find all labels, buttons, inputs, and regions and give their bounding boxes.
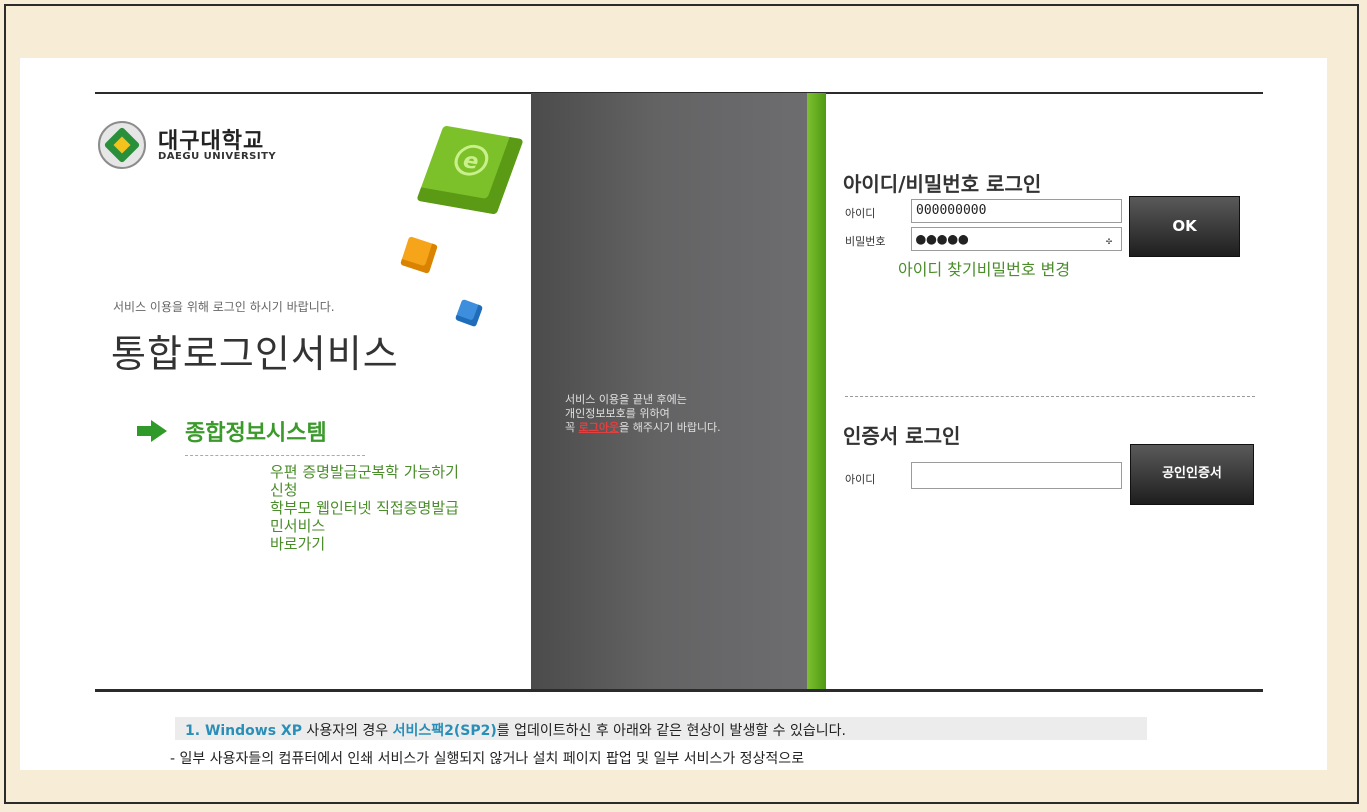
bottom-divider <box>95 689 1263 692</box>
change-password-link[interactable]: 비밀번호 변경 <box>977 260 1070 279</box>
logout-link[interactable]: 로그아웃 <box>579 421 619 434</box>
password-input[interactable]: ●●●●● ✣ <box>911 227 1122 251</box>
system-link[interactable]: 바로가기 <box>270 535 535 553</box>
notice-line: 개인정보보호를 위하여 <box>565 407 670 420</box>
notice-item-1: 1. Windows XP 사용자의 경우 서비스팩2(SP2)를 업데이트하신… <box>185 720 846 740</box>
notice-prefix: 꼭 <box>565 421 579 434</box>
notice-item-2: - 일부 사용자들의 컴퓨터에서 인쇄 서비스가 실행되지 않거나 설치 페이지… <box>170 751 805 767</box>
id-label: 아이디 <box>845 207 876 220</box>
system-link[interactable]: 민서비스 <box>270 517 535 535</box>
notice-text: 사용자의 경우 <box>301 723 393 739</box>
account-links: 아이디 찾기비밀번호 변경 <box>898 256 1070 280</box>
system-link[interactable]: 신청 <box>270 481 535 499</box>
section-divider <box>845 396 1255 397</box>
intro-message: 서비스 이용을 위해 로그인 하시기 바랍니다. <box>113 300 335 314</box>
logout-notice: 서비스 이용을 끝낸 후에는 개인정보보호를 위하여 꼭 로그아웃을 해주시기 … <box>565 393 805 435</box>
system-title[interactable]: 종합정보시스템 <box>185 415 327 447</box>
university-logo[interactable]: 대구대학교 DAEGU UNIVERSITY <box>98 121 298 173</box>
page-title: 통합로그인서비스 <box>111 332 399 376</box>
password-label: 비밀번호 <box>845 235 886 248</box>
id-login-title: 아이디/비밀번호 로그인 <box>843 172 1042 196</box>
system-link[interactable]: 우편 증명발급군복학 가능하기 <box>270 463 535 481</box>
system-links: 우편 증명발급군복학 가능하기 신청 학부모 웹인터넷 직접증명발급 민서비스 … <box>270 463 535 553</box>
system-divider <box>185 455 365 456</box>
green-accent-band <box>807 93 826 690</box>
find-id-link[interactable]: 아이디 찾기 <box>898 260 977 279</box>
notice-os: Windows XP <box>204 723 302 739</box>
key-icon: ✣ <box>1105 236 1113 247</box>
emblem-icon <box>98 121 146 169</box>
notice-sp: 서비스팩2(SP2) <box>392 723 497 739</box>
password-mask: ●●●●● <box>916 229 970 248</box>
ok-button[interactable]: OK <box>1129 196 1240 257</box>
logo-name-en: DAEGU UNIVERSITY <box>158 151 277 162</box>
notice-text: 를 업데이트하신 후 아래와 같은 현상이 발생할 수 있습니다. <box>496 723 846 739</box>
cert-id-label: 아이디 <box>845 473 876 486</box>
certificate-button[interactable]: 공인인증서 <box>1130 444 1254 505</box>
arrow-right-icon <box>137 420 167 442</box>
system-link[interactable]: 학부모 웹인터넷 직접증명발급 <box>270 499 535 517</box>
notice-number: 1. <box>185 723 205 739</box>
id-input[interactable]: 000000000 <box>911 199 1122 223</box>
center-gray-band <box>531 93 807 690</box>
notice-line: 꼭 로그아웃을 해주시기 바랍니다. <box>565 421 805 435</box>
notice-suffix: 을 해주시기 바랍니다. <box>619 421 721 434</box>
cert-login-title: 인증서 로그인 <box>843 424 961 448</box>
notice-line: 서비스 이용을 끝낸 후에는 <box>565 393 687 406</box>
cert-id-input[interactable] <box>911 462 1122 489</box>
